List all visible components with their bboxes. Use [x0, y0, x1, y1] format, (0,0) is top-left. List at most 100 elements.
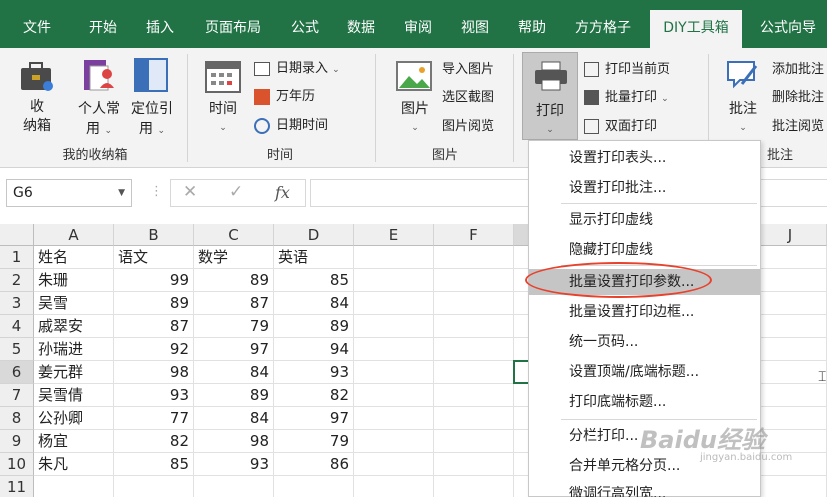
- date-entry-button[interactable]: 日期录入 ⌄: [254, 57, 340, 76]
- cell[interactable]: [754, 338, 827, 361]
- column-header-f[interactable]: F: [434, 224, 514, 246]
- comment-button[interactable]: 批注 ⌄: [720, 98, 766, 134]
- cell[interactable]: 姓名: [34, 246, 114, 269]
- cell[interactable]: 87: [194, 292, 274, 315]
- cell[interactable]: [754, 315, 827, 338]
- menu-item-print-bottom-title[interactable]: 打印底端标题...: [529, 389, 760, 415]
- cell[interactable]: [434, 453, 514, 476]
- cell[interactable]: 公孙卿: [34, 407, 114, 430]
- cell[interactable]: 92: [114, 338, 194, 361]
- tab-data[interactable]: 数据: [336, 0, 386, 48]
- area-screenshot-button[interactable]: 选区截图: [442, 86, 494, 105]
- row-header[interactable]: 4: [0, 315, 34, 338]
- cell[interactable]: [354, 292, 434, 315]
- cell[interactable]: 戚翠安: [34, 315, 114, 338]
- perpetual-calendar-button[interactable]: 万年历: [254, 85, 315, 105]
- tab-file[interactable]: 文件: [10, 0, 64, 48]
- cell[interactable]: [354, 361, 434, 384]
- tab-formulas[interactable]: 公式: [280, 0, 330, 48]
- duplex-print-button[interactable]: 双面打印: [584, 115, 657, 134]
- picture-button[interactable]: 图片 ⌄: [392, 98, 438, 134]
- tab-home[interactable]: 开始: [76, 0, 130, 48]
- row-header[interactable]: 1: [0, 246, 34, 269]
- storage-box-button[interactable]: 收纳箱: [14, 98, 60, 136]
- column-header-j[interactable]: J: [754, 224, 827, 246]
- cell[interactable]: 79: [194, 315, 274, 338]
- picture-view-button[interactable]: 图片阅览: [442, 115, 494, 134]
- menu-item-show-print-lines[interactable]: 显示打印虚线: [529, 207, 760, 233]
- batch-print-button[interactable]: 批量打印 ⌄: [584, 86, 669, 105]
- cell[interactable]: 94: [274, 338, 354, 361]
- cell[interactable]: 吴雪: [34, 292, 114, 315]
- cell[interactable]: [274, 476, 354, 497]
- row-header[interactable]: 3: [0, 292, 34, 315]
- cell[interactable]: [434, 361, 514, 384]
- cell[interactable]: 93: [194, 453, 274, 476]
- cell[interactable]: [434, 407, 514, 430]
- select-all-corner[interactable]: [0, 224, 34, 246]
- cell[interactable]: 85: [274, 269, 354, 292]
- cell[interactable]: 孙瑞进: [34, 338, 114, 361]
- cell[interactable]: 97: [194, 338, 274, 361]
- cell[interactable]: [354, 384, 434, 407]
- cell[interactable]: 82: [274, 384, 354, 407]
- menu-item-adjust-row-col[interactable]: 微调行高列宽...: [529, 481, 760, 497]
- row-header[interactable]: 9: [0, 430, 34, 453]
- cell[interactable]: 姜元群: [34, 361, 114, 384]
- cell[interactable]: [434, 430, 514, 453]
- cancel-icon[interactable]: ✕: [183, 182, 197, 202]
- cell[interactable]: 89: [114, 292, 194, 315]
- cell[interactable]: [754, 384, 827, 407]
- cell[interactable]: 84: [194, 361, 274, 384]
- cell[interactable]: 吴雪倩: [34, 384, 114, 407]
- cell[interactable]: 89: [194, 384, 274, 407]
- row-header[interactable]: 11: [0, 476, 34, 497]
- menu-item-batch-print-borders[interactable]: 批量设置打印边框...: [529, 299, 760, 325]
- cell[interactable]: [194, 476, 274, 497]
- chevron-down-icon[interactable]: ▼: [118, 180, 125, 206]
- menu-item-unify-page-numbers[interactable]: 统一页码...: [529, 329, 760, 355]
- name-box[interactable]: G6 ▼: [6, 179, 132, 207]
- tab-review[interactable]: 审阅: [393, 0, 443, 48]
- row-header[interactable]: 10: [0, 453, 34, 476]
- cell[interactable]: [354, 338, 434, 361]
- column-header-a[interactable]: A: [34, 224, 114, 246]
- personal-common-button[interactable]: 个人常用 ⌄: [74, 98, 124, 138]
- cell[interactable]: 93: [114, 384, 194, 407]
- cell[interactable]: 杨宜: [34, 430, 114, 453]
- tab-fangfang[interactable]: 方方格子: [563, 0, 643, 48]
- cell[interactable]: [434, 338, 514, 361]
- cell[interactable]: 85: [114, 453, 194, 476]
- cell[interactable]: 79: [274, 430, 354, 453]
- comment-view-button[interactable]: 批注阅览: [772, 115, 824, 134]
- cell[interactable]: [354, 453, 434, 476]
- cell[interactable]: [434, 315, 514, 338]
- cell[interactable]: [434, 292, 514, 315]
- add-comment-button[interactable]: 添加批注: [772, 58, 824, 77]
- cell[interactable]: 英语: [274, 246, 354, 269]
- column-header-e[interactable]: E: [354, 224, 434, 246]
- menu-item-hide-print-lines[interactable]: 隐藏打印虚线: [529, 237, 760, 263]
- cell[interactable]: 84: [194, 407, 274, 430]
- cell[interactable]: [754, 361, 827, 384]
- delete-comment-button[interactable]: 删除批注: [772, 86, 824, 105]
- cell[interactable]: 朱珊: [34, 269, 114, 292]
- row-header[interactable]: 6: [0, 361, 34, 384]
- confirm-icon[interactable]: ✓: [229, 182, 243, 202]
- column-header-d[interactable]: D: [274, 224, 354, 246]
- cell[interactable]: 97: [274, 407, 354, 430]
- cell[interactable]: [354, 315, 434, 338]
- menu-item-set-print-comments[interactable]: 设置打印批注...: [529, 175, 760, 201]
- cell[interactable]: 87: [114, 315, 194, 338]
- cell[interactable]: 朱凡: [34, 453, 114, 476]
- cell[interactable]: 82: [114, 430, 194, 453]
- cell[interactable]: [754, 246, 827, 269]
- cell[interactable]: 93: [274, 361, 354, 384]
- cell[interactable]: 98: [194, 430, 274, 453]
- column-header-b[interactable]: B: [114, 224, 194, 246]
- row-header[interactable]: 5: [0, 338, 34, 361]
- cell[interactable]: [754, 269, 827, 292]
- row-header[interactable]: 7: [0, 384, 34, 407]
- cell[interactable]: [354, 407, 434, 430]
- cell[interactable]: 84: [274, 292, 354, 315]
